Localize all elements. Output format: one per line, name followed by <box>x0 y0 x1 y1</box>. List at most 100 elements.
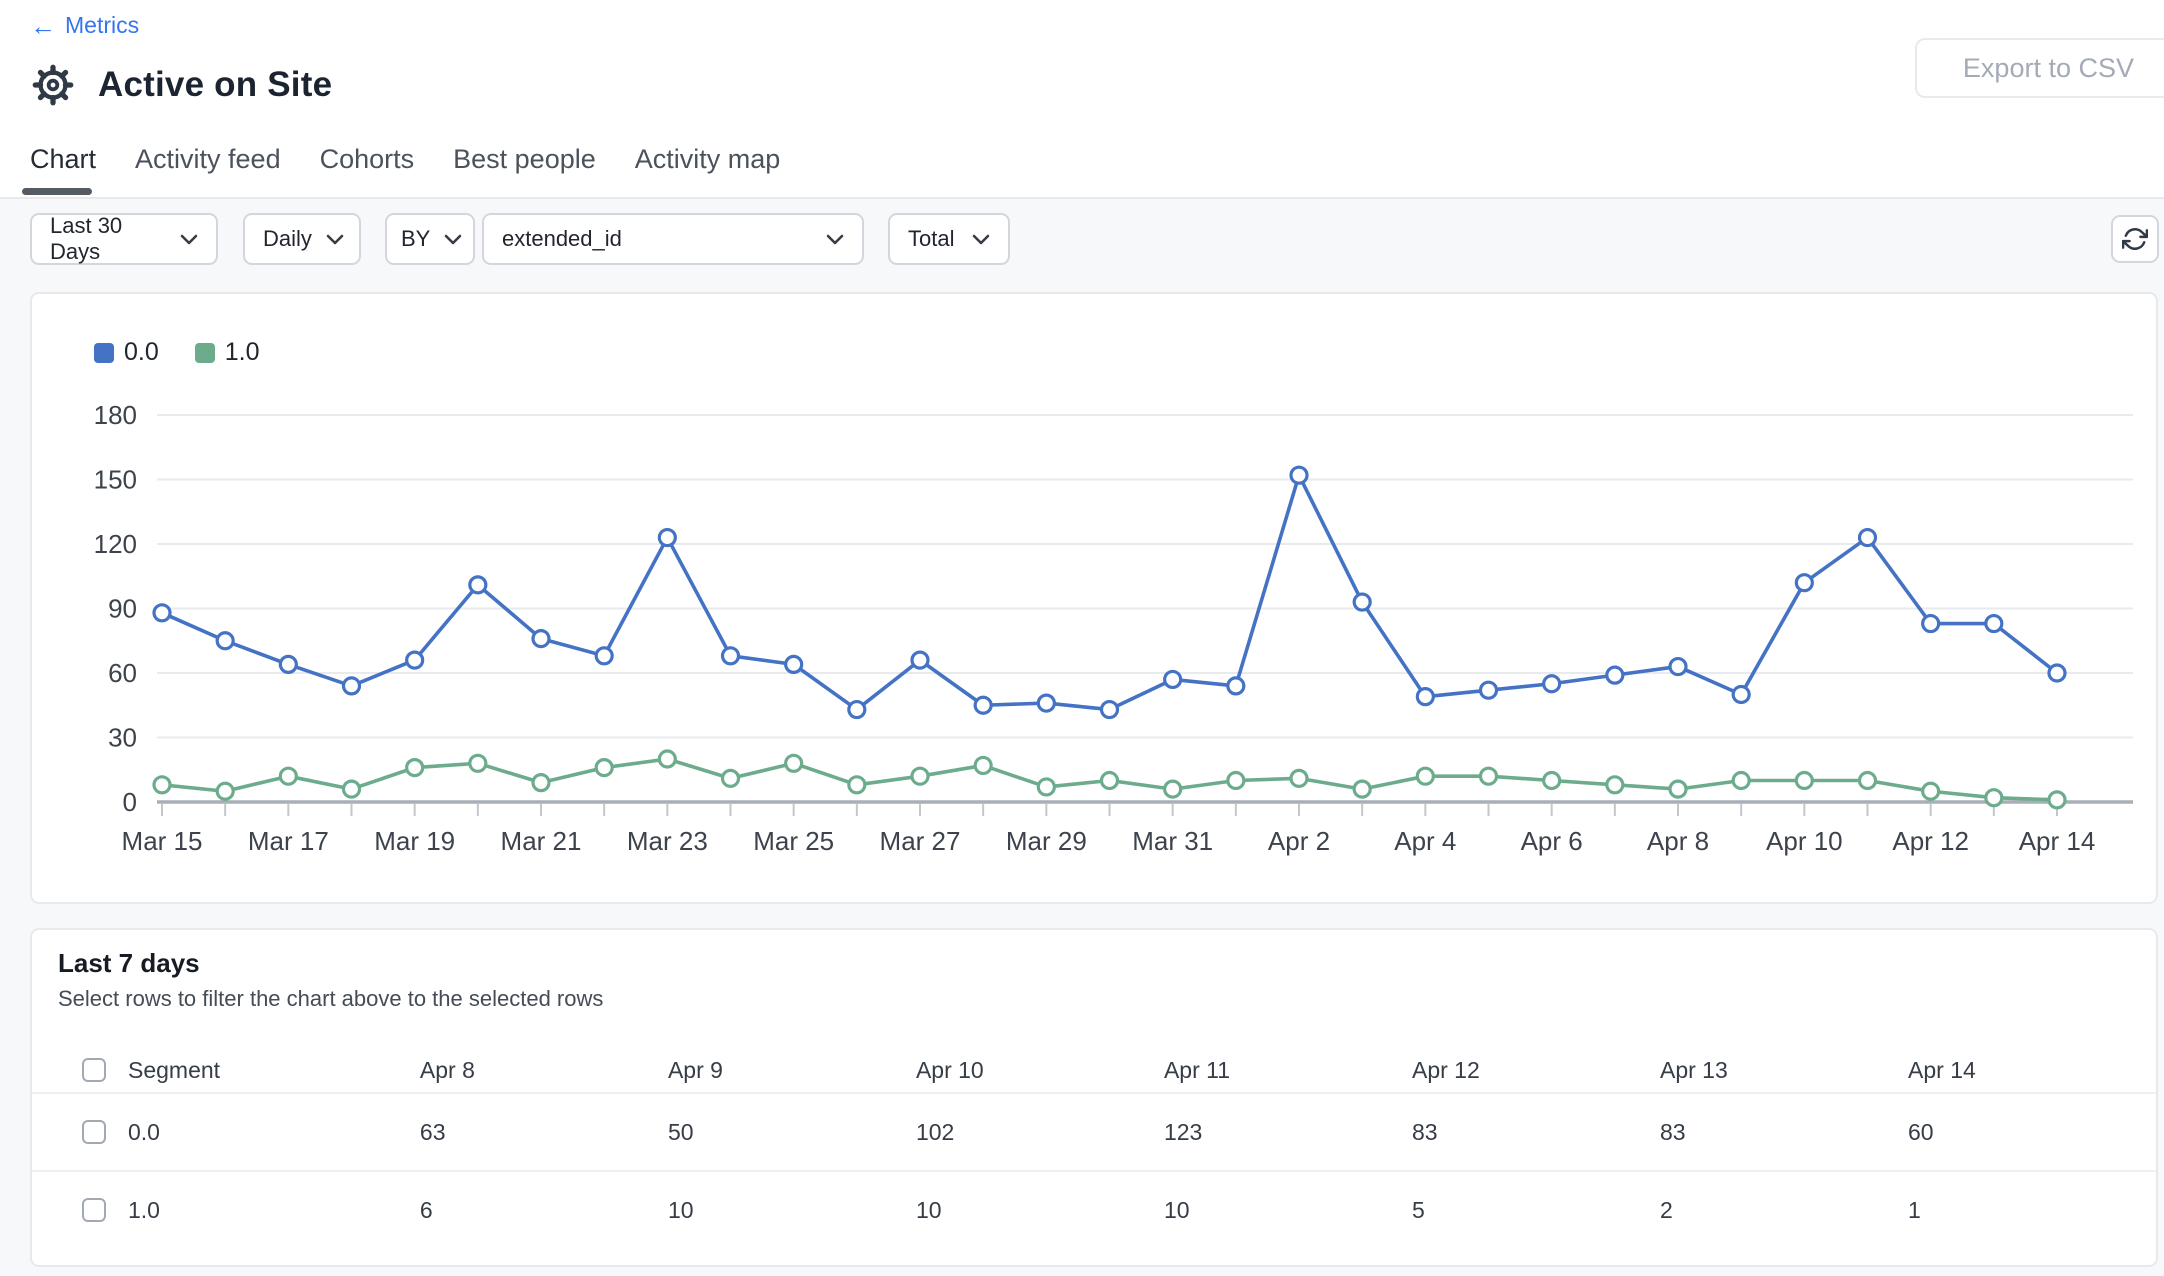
granularity-dropdown[interactable]: Daily <box>243 213 361 265</box>
data-point-1.0-Mar 26 <box>849 777 865 793</box>
data-point-0.0-Mar 29 <box>1038 695 1054 711</box>
tab-activity-map[interactable]: Activity map <box>635 144 781 197</box>
tab-cohorts[interactable]: Cohorts <box>320 144 415 197</box>
svg-text:180: 180 <box>94 400 137 430</box>
data-point-0.0-Apr 11 <box>1860 530 1876 546</box>
value-cell-1.0-apr-12: 5 <box>1412 1197 1660 1224</box>
refresh-icon <box>2122 226 2148 252</box>
chevron-down-icon <box>826 234 844 245</box>
value-cell-0.0-apr-13: 83 <box>1660 1119 1908 1146</box>
data-point-1.0-Apr 4 <box>1417 768 1433 784</box>
data-point-0.0-Mar 26 <box>849 702 865 718</box>
back-arrow-icon: ← <box>30 13 56 39</box>
table-title: Last 7 days <box>58 948 200 979</box>
data-point-1.0-Apr 13 <box>1986 790 2002 806</box>
column-header-apr-10: Apr 10 <box>916 1057 1164 1084</box>
column-header-apr-11: Apr 11 <box>1164 1057 1412 1084</box>
data-point-0.0-Apr 12 <box>1923 616 1939 632</box>
table-row-0.0[interactable]: 0.06350102123838360 <box>32 1092 2156 1170</box>
data-point-1.0-Mar 21 <box>533 775 549 791</box>
tab-activity-feed[interactable]: Activity feed <box>135 144 281 197</box>
tab-bar: Chart Activity feed Cohorts Best people … <box>30 144 780 197</box>
value-cell-1.0-apr-8: 6 <box>420 1197 668 1224</box>
data-point-0.0-Apr 5 <box>1481 682 1497 698</box>
date-range-value: Last 30 Days <box>50 213 166 265</box>
data-point-0.0-Apr 4 <box>1417 689 1433 705</box>
data-point-0.0-Apr 6 <box>1544 676 1560 692</box>
data-point-1.0-Apr 1 <box>1228 773 1244 789</box>
chevron-down-icon <box>444 234 462 245</box>
data-point-0.0-Apr 2 <box>1291 467 1307 483</box>
aggregation-dropdown[interactable]: Total <box>888 213 1010 265</box>
svg-text:Apr 8: Apr 8 <box>1647 826 1709 856</box>
svg-text:90: 90 <box>108 594 137 624</box>
data-point-1.0-Mar 18 <box>344 781 360 797</box>
value-cell-1.0-apr-14: 1 <box>1908 1197 2156 1224</box>
chevron-down-icon <box>180 234 198 245</box>
back-link-label: Metrics <box>65 12 139 39</box>
export-to-csv-button[interactable]: Export to CSV <box>1915 38 2164 98</box>
data-point-1.0-Mar 20 <box>470 755 486 771</box>
date-range-dropdown[interactable]: Last 30 Days <box>30 213 218 265</box>
tab-chart[interactable]: Chart <box>30 144 96 197</box>
svg-text:Apr 2: Apr 2 <box>1268 826 1330 856</box>
granularity-value: Daily <box>263 226 312 252</box>
value-cell-1.0-apr-13: 2 <box>1660 1197 1908 1224</box>
row-checkbox-0.0[interactable] <box>82 1120 106 1144</box>
data-point-1.0-Apr 9 <box>1733 773 1749 789</box>
data-point-1.0-Mar 22 <box>596 760 612 776</box>
data-point-1.0-Mar 30 <box>1102 773 1118 789</box>
data-point-0.0-Mar 15 <box>154 605 170 621</box>
value-cell-0.0-apr-14: 60 <box>1908 1119 2156 1146</box>
data-point-0.0-Apr 1 <box>1228 678 1244 694</box>
data-point-0.0-Mar 28 <box>975 697 991 713</box>
svg-text:Mar 15: Mar 15 <box>122 826 203 856</box>
data-point-0.0-Mar 19 <box>407 652 423 668</box>
segment-value: 0.0 <box>128 1119 160 1146</box>
data-point-0.0-Mar 30 <box>1102 702 1118 718</box>
value-cell-0.0-apr-10: 102 <box>916 1119 1164 1146</box>
data-point-1.0-Apr 8 <box>1670 781 1686 797</box>
activity-line-chart: 0306090120150180Mar 15Mar 17Mar 19Mar 21… <box>32 294 2156 902</box>
data-point-0.0-Mar 16 <box>217 633 233 649</box>
value-cell-0.0-apr-11: 123 <box>1164 1119 1412 1146</box>
last-7-days-card: Last 7 days Select rows to filter the ch… <box>30 928 2158 1267</box>
column-header-apr-14: Apr 14 <box>1908 1057 2156 1084</box>
data-point-0.0-Mar 17 <box>280 656 296 672</box>
svg-text:Apr 10: Apr 10 <box>1766 826 1843 856</box>
data-point-0.0-Mar 27 <box>912 652 928 668</box>
filter-toolbar: Last 30 Days Daily BY extended_id Total <box>30 213 1010 265</box>
svg-text:Apr 14: Apr 14 <box>2019 826 2096 856</box>
by-dropdown[interactable]: BY <box>385 213 475 265</box>
svg-text:Apr 6: Apr 6 <box>1521 826 1583 856</box>
select-all-checkbox[interactable] <box>82 1058 106 1082</box>
data-point-0.0-Mar 21 <box>533 631 549 647</box>
value-cell-0.0-apr-9: 50 <box>668 1119 916 1146</box>
data-point-1.0-Apr 11 <box>1860 773 1876 789</box>
row-checkbox-1.0[interactable] <box>82 1198 106 1222</box>
data-point-1.0-Mar 16 <box>217 783 233 799</box>
segment-column-label: Segment <box>128 1057 220 1084</box>
svg-text:150: 150 <box>94 465 137 495</box>
data-point-0.0-Apr 9 <box>1733 687 1749 703</box>
tab-best-people[interactable]: Best people <box>453 144 596 197</box>
svg-text:60: 60 <box>108 658 137 688</box>
data-point-1.0-Mar 15 <box>154 777 170 793</box>
data-point-1.0-Apr 10 <box>1796 773 1812 789</box>
data-point-1.0-Apr 2 <box>1291 770 1307 786</box>
data-point-1.0-Mar 24 <box>723 770 739 786</box>
data-point-0.0-Mar 18 <box>344 678 360 694</box>
data-point-1.0-Mar 31 <box>1165 781 1181 797</box>
back-to-metrics-link[interactable]: ← Metrics <box>30 12 139 39</box>
breakdown-property-select[interactable]: extended_id <box>482 213 864 265</box>
data-point-1.0-Mar 19 <box>407 760 423 776</box>
table-row-1.0[interactable]: 1.06101010521 <box>32 1170 2156 1248</box>
chevron-down-icon <box>326 234 344 245</box>
svg-text:Mar 31: Mar 31 <box>1132 826 1213 856</box>
data-point-1.0-Apr 5 <box>1481 768 1497 784</box>
aggregation-value: Total <box>908 226 954 252</box>
data-point-0.0-Mar 24 <box>723 648 739 664</box>
refresh-button[interactable] <box>2111 215 2159 263</box>
table-subtitle: Select rows to filter the chart above to… <box>58 986 603 1012</box>
segment-value: 1.0 <box>128 1197 160 1224</box>
